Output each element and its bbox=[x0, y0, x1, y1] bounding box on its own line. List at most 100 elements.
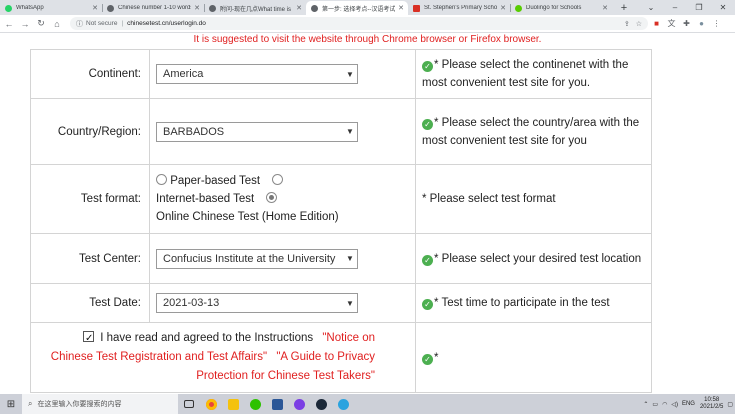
globe-icon bbox=[311, 4, 318, 12]
continent-hint: * Please select the continenet with the … bbox=[422, 59, 629, 89]
agreement-label: I have read and agreed to the Instructio… bbox=[100, 332, 314, 344]
home-button[interactable]: ⌂ bbox=[50, 19, 64, 29]
close-icon[interactable]: ✕ bbox=[296, 4, 302, 12]
check-circle-icon: ✓ bbox=[422, 254, 433, 266]
taskbar-search-box[interactable]: ⌕ 在这里输入你要搜索的内容 bbox=[22, 394, 178, 414]
close-icon[interactable]: ✕ bbox=[398, 4, 404, 12]
close-icon[interactable]: ✕ bbox=[92, 4, 98, 12]
test-center-select[interactable]: Confucius Institute at the University ▼ bbox=[156, 248, 358, 269]
close-icon[interactable]: ✕ bbox=[500, 4, 506, 12]
continent-row: Continent: America ▼ ✓ * Please select th… bbox=[30, 49, 652, 99]
forward-button[interactable]: → bbox=[18, 19, 32, 29]
browser-tab-what-time[interactable]: 附问-现在几点What time is it ✕ bbox=[204, 1, 306, 15]
test-date-row: Test Date: 2021-03-13 ▼ ✓ * Test time to … bbox=[30, 283, 652, 323]
extensions-puzzle-icon[interactable]: ✚ bbox=[680, 19, 693, 28]
system-tray: ⌃ ▭ ◠ ◁) ENG 10:58 2021/2/5 ▢ bbox=[639, 394, 733, 414]
chrome-icon[interactable] bbox=[200, 394, 222, 414]
test-center-row: Test Center: Confucius Institute at the … bbox=[30, 233, 652, 284]
notifications-icon[interactable]: ▢ bbox=[727, 401, 733, 408]
agreement-text: I have read and agreed to the Instructio… bbox=[30, 322, 416, 393]
share-icon[interactable]: ⇪ bbox=[624, 20, 630, 28]
battery-icon[interactable]: ▭ bbox=[652, 401, 658, 408]
chevron-down-icon: ▼ bbox=[346, 298, 354, 308]
browser-tab-chinesetest[interactable]: 第一步: 选择考点--汉语考试 ✕ bbox=[306, 1, 408, 15]
clock-date: 2021/2/5 bbox=[699, 404, 724, 410]
windows-start-icon[interactable]: ⊞ bbox=[0, 399, 22, 410]
test-date-label: Test Date: bbox=[30, 283, 150, 323]
input-language[interactable]: ENG bbox=[682, 401, 695, 407]
test-center-value: Confucius Institute at the University bbox=[163, 252, 336, 265]
tab-title: 附问-现在几点What time is it bbox=[220, 6, 294, 13]
country-value: BARBADOS bbox=[163, 125, 225, 138]
whatsapp-icon bbox=[5, 4, 12, 12]
paper-based-radio[interactable] bbox=[156, 174, 167, 185]
window-close-button[interactable]: ✕ bbox=[712, 0, 734, 15]
wifi-icon[interactable]: ◠ bbox=[662, 401, 667, 408]
paper-based-label[interactable]: Paper-based Test bbox=[170, 175, 260, 187]
translate-icon[interactable]: 文 bbox=[665, 18, 678, 29]
continent-value: America bbox=[163, 68, 204, 80]
clock[interactable]: 10:58 2021/2/5 bbox=[700, 397, 723, 411]
reload-button[interactable]: ↻ bbox=[34, 18, 48, 29]
country-hint: * Please select the country/area with th… bbox=[422, 116, 640, 147]
test-format-hint: * Please select test format bbox=[415, 164, 652, 234]
close-icon[interactable]: ✕ bbox=[194, 4, 200, 12]
close-icon[interactable]: ✕ bbox=[602, 4, 608, 12]
steam-icon[interactable] bbox=[310, 394, 332, 414]
browser-tab-chinese-numbers[interactable]: Chinese number 1-10 words ✕ bbox=[102, 1, 204, 15]
agreement-checkbox[interactable] bbox=[83, 329, 95, 348]
telegram-icon[interactable] bbox=[332, 394, 354, 414]
duolingo-icon bbox=[515, 4, 522, 12]
test-format-row: Test format: Paper-based Test Internet-b… bbox=[30, 164, 652, 234]
show-hidden-icons-icon[interactable]: ⌃ bbox=[643, 401, 648, 408]
tab-title: WhatsApp bbox=[16, 5, 44, 11]
minimize-button[interactable]: – bbox=[664, 0, 686, 15]
file-explorer-icon[interactable] bbox=[222, 394, 244, 414]
tab-title: Chinese number 1-10 words bbox=[118, 5, 192, 11]
browser-tab-whatsapp[interactable]: WhatsApp ✕ bbox=[0, 1, 102, 15]
agreement-hint: * bbox=[434, 351, 439, 364]
test-center-label: Test Center: bbox=[30, 233, 150, 284]
taskbar-search-placeholder: 在这里输入你要搜索的内容 bbox=[37, 401, 122, 408]
clock-time: 10:58 bbox=[704, 397, 720, 403]
test-date-hint: * Test time to participate in the test bbox=[434, 297, 610, 309]
test-date-select[interactable]: 2021-03-13 ▼ bbox=[156, 293, 358, 313]
messenger-icon[interactable] bbox=[288, 394, 310, 414]
online-home-edition-radio[interactable] bbox=[266, 192, 278, 203]
profile-avatar-icon[interactable]: ● bbox=[695, 19, 708, 28]
address-bar[interactable]: ⓘ Not secure | chinesetest.cn/userlogin.… bbox=[70, 17, 648, 30]
extension-red-icon[interactable]: ■ bbox=[650, 19, 663, 28]
online-home-edition-label[interactable]: Online Chinese Test (Home Edition) bbox=[156, 211, 339, 223]
browser-tab-st-stephens[interactable]: St. Stephen's Primary School ✕ bbox=[408, 1, 510, 15]
test-center-hint: * Please select your desired test locati… bbox=[434, 252, 642, 265]
internet-based-label[interactable]: Internet-based Test bbox=[156, 193, 254, 205]
back-button[interactable]: ← bbox=[2, 19, 16, 29]
internet-based-radio[interactable] bbox=[272, 174, 284, 185]
tab-search-chevron-icon[interactable]: ⌄ bbox=[640, 0, 662, 15]
bookmark-star-icon[interactable]: ☆ bbox=[636, 20, 642, 28]
continent-label: Continent: bbox=[30, 49, 150, 99]
security-status: Not secure bbox=[86, 20, 118, 27]
info-warning-icon[interactable]: ⓘ bbox=[76, 19, 83, 29]
wechat-icon[interactable] bbox=[244, 394, 266, 414]
continent-select[interactable]: America ▼ bbox=[156, 64, 358, 84]
agreement-row: I have read and agreed to the Instructio… bbox=[30, 322, 652, 393]
volume-icon[interactable]: ◁) bbox=[671, 401, 678, 408]
country-row: Country/Region: BARBADOS ▼ ✓ * Please sel… bbox=[30, 98, 652, 165]
test-date-value: 2021-03-13 bbox=[163, 297, 220, 309]
browser-tab-duolingo[interactable]: Duolingo for Schools ✕ bbox=[510, 1, 612, 15]
browser-toolbar: ← → ↻ ⌂ ⓘ Not secure | chinesetest.cn/us… bbox=[0, 15, 735, 33]
more-menu-icon[interactable]: ⋮ bbox=[710, 19, 723, 28]
globe-icon bbox=[107, 4, 114, 12]
word-icon[interactable] bbox=[266, 394, 288, 414]
check-circle-icon: ✓ bbox=[422, 299, 433, 310]
globe-icon bbox=[209, 4, 216, 12]
tab-title: 第一步: 选择考点--汉语考试 bbox=[322, 6, 396, 13]
check-circle-icon: ✓ bbox=[422, 118, 433, 130]
browser-recommendation-notice: It is suggested to visit the website thr… bbox=[193, 34, 542, 45]
country-select[interactable]: BARBADOS ▼ bbox=[156, 121, 358, 142]
url-text[interactable]: chinesetest.cn/userlogin.do bbox=[127, 20, 618, 27]
new-tab-button[interactable]: + bbox=[618, 2, 630, 14]
restore-button[interactable]: ❐ bbox=[688, 0, 710, 15]
task-view-icon[interactable] bbox=[178, 394, 200, 414]
